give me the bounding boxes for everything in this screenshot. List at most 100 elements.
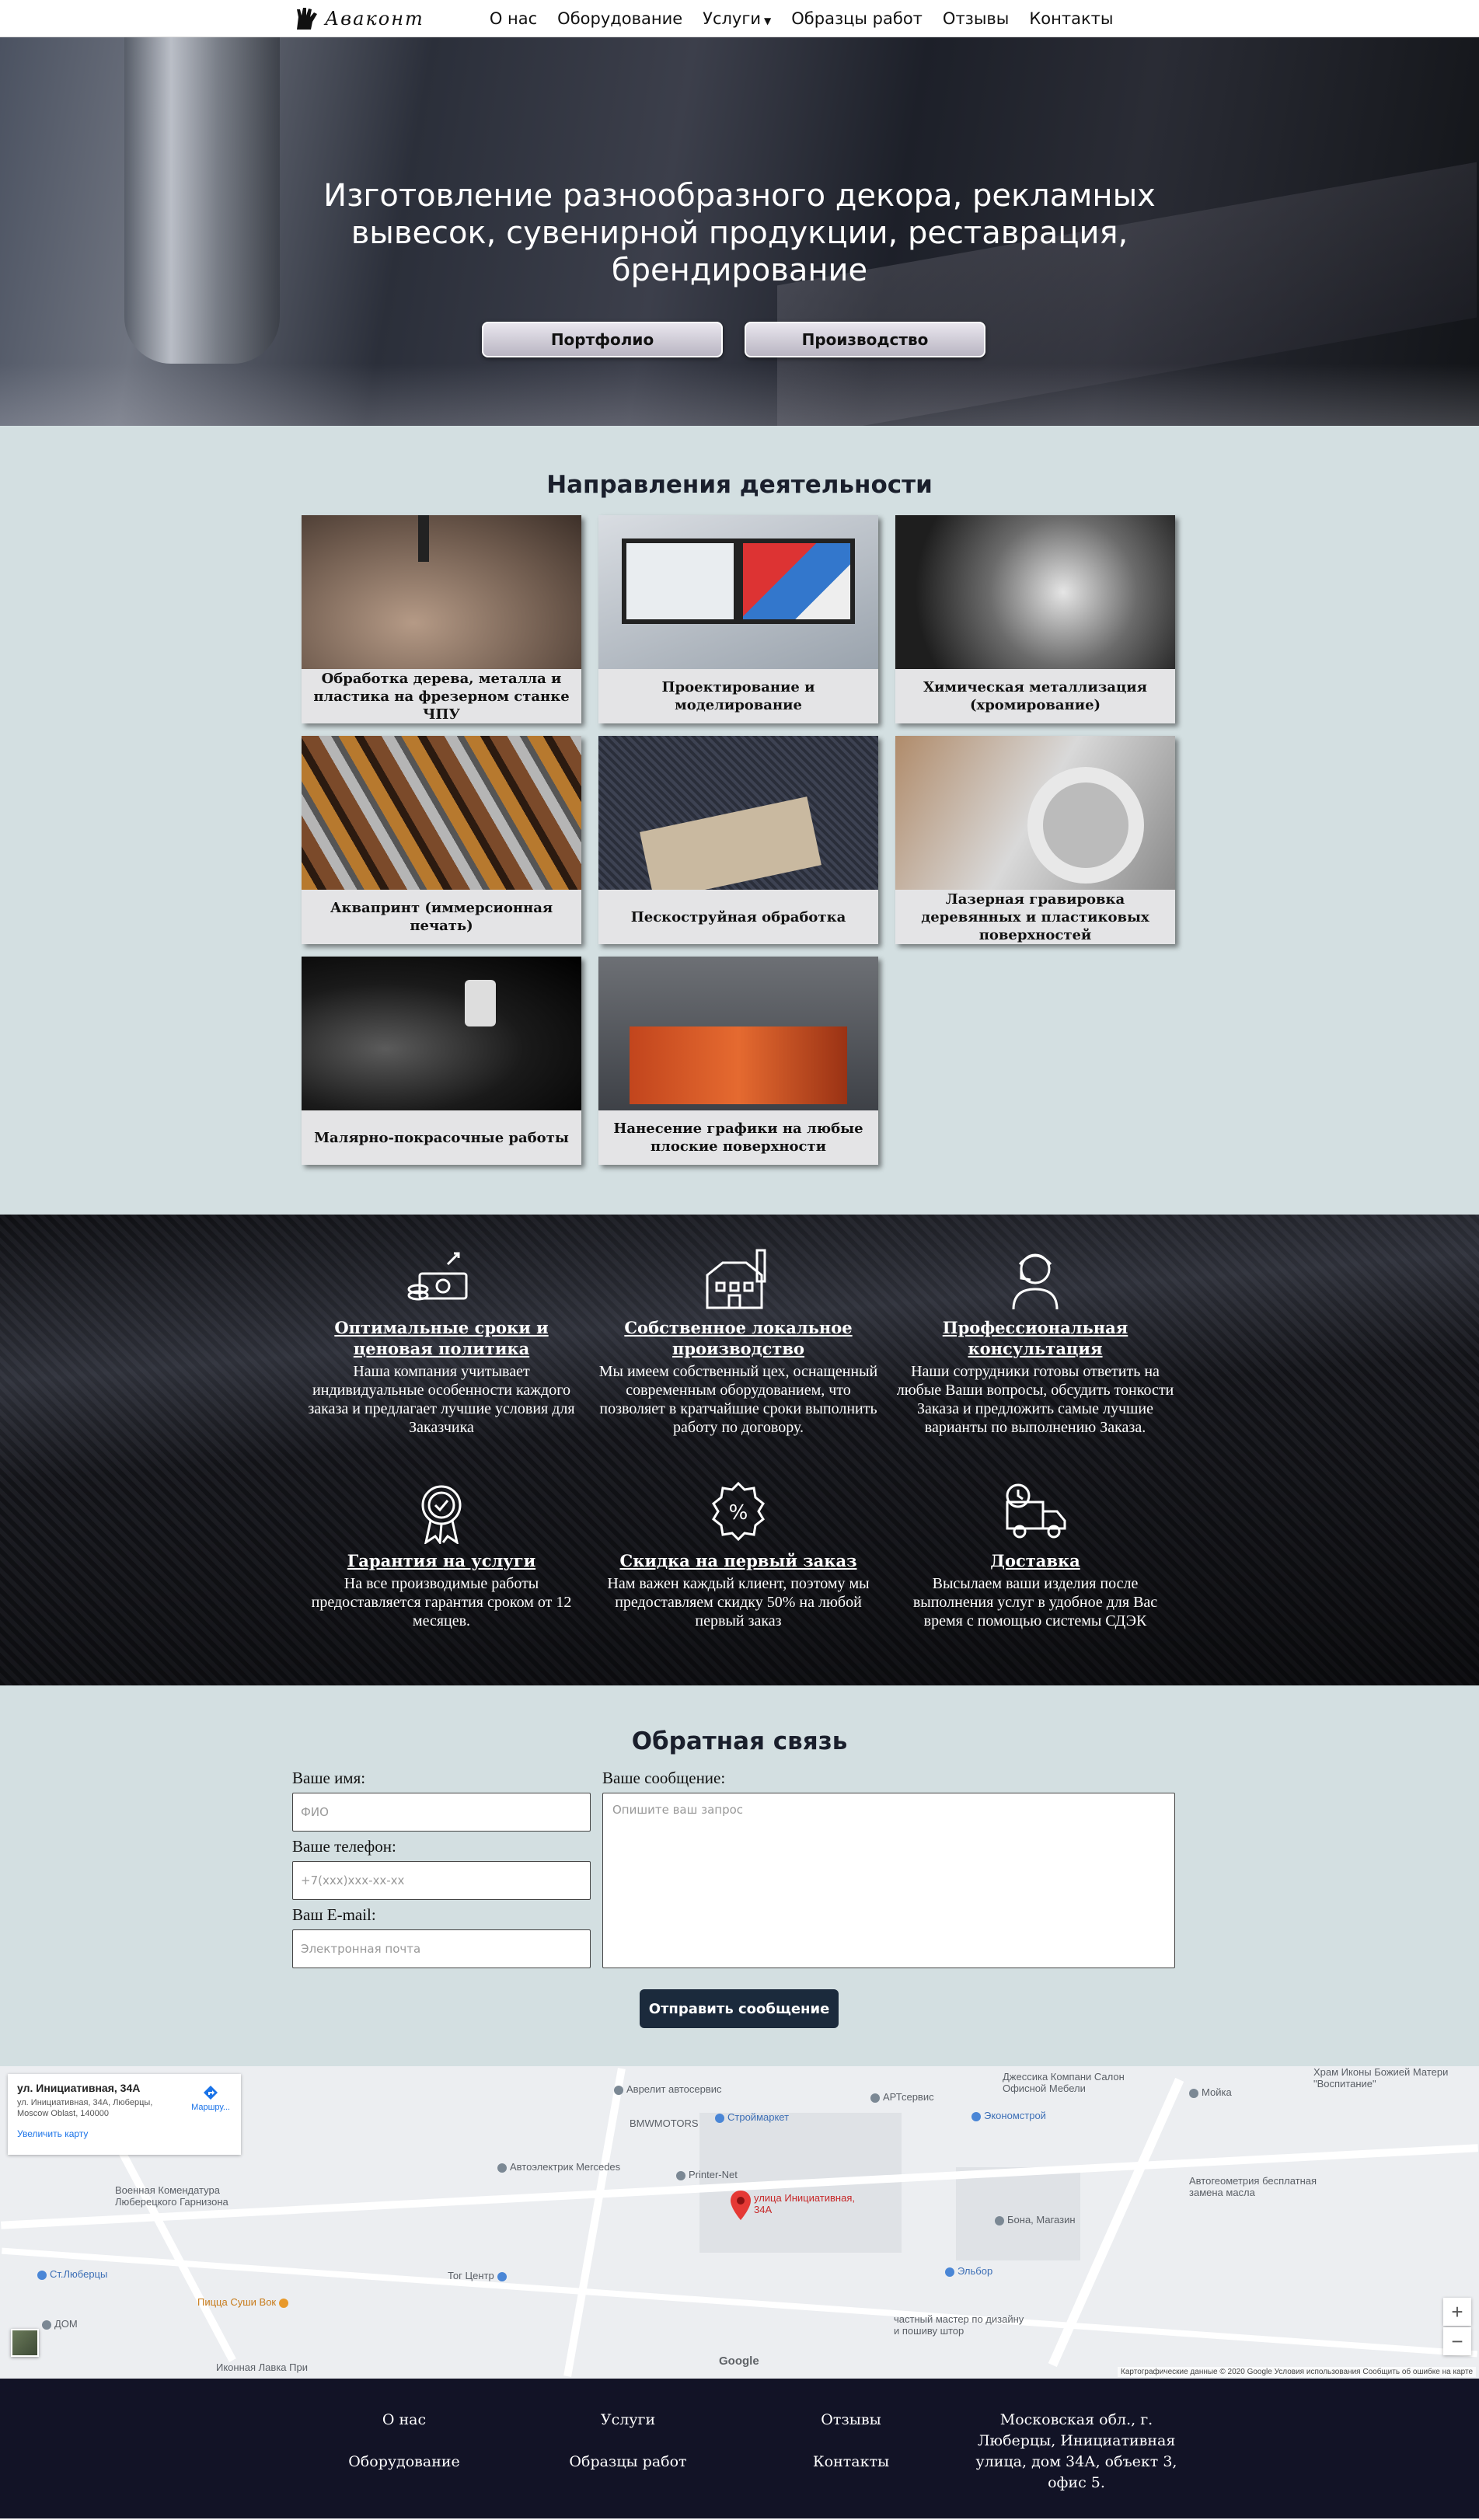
map-pin-icon bbox=[37, 2270, 47, 2280]
map-marker[interactable]: улица Инициативная, 34А bbox=[731, 2191, 855, 2224]
map-poi[interactable]: Тог Центр bbox=[448, 2270, 510, 2281]
map-poi-label: Тог Центр bbox=[448, 2270, 494, 2281]
map-poi[interactable]: ДОМ bbox=[42, 2318, 78, 2330]
map-poi[interactable]: Автоэлектрик Mercedes bbox=[497, 2161, 620, 2173]
caret-down-icon: ▼ bbox=[764, 16, 772, 26]
name-input[interactable]: ФИО bbox=[292, 1793, 591, 1832]
spray-gun-image bbox=[302, 957, 581, 1110]
map-pin-icon bbox=[497, 2163, 507, 2173]
factory-icon bbox=[706, 1249, 766, 1309]
enlarge-map-link[interactable]: Увеличить карту bbox=[17, 2128, 232, 2139]
map-poi[interactable]: Пицца Суши Вок bbox=[197, 2296, 291, 2308]
direction-caption: Аквапринт (иммерсионная печать) bbox=[330, 900, 553, 934]
footer-link-reviews[interactable]: Отзывы bbox=[773, 2411, 929, 2428]
phone-input[interactable]: +7(xxx)xxx-xx-xx bbox=[292, 1861, 591, 1900]
map-poi[interactable]: Строймаркет bbox=[715, 2111, 789, 2123]
map-poi[interactable]: Printer-Net bbox=[676, 2169, 738, 2180]
advantage-title: Профессиональная консультация bbox=[942, 1318, 1128, 1358]
nav-item-about[interactable]: О нас bbox=[490, 9, 537, 28]
map-pin-icon bbox=[676, 2170, 685, 2180]
map-poi-label: Аврелит автосервис bbox=[626, 2083, 722, 2095]
direction-card-design[interactable]: Проектирование и моделирование bbox=[598, 515, 878, 723]
advantage-text: Нам важен каждый клиент, поэтому мы пред… bbox=[607, 1575, 870, 1629]
design-monitors-image bbox=[598, 515, 878, 669]
map-poi[interactable]: Мойка bbox=[1189, 2086, 1232, 2098]
nav-item-services[interactable]: Услуги ▼ bbox=[703, 9, 771, 28]
advantages-section: Оптимальные сроки и ценовая политика Наш… bbox=[0, 1215, 1479, 1685]
map-poi-label: Военная Комендатура Люберецкого Гарнизон… bbox=[115, 2184, 228, 2208]
logo-text: Аваконт bbox=[325, 8, 424, 30]
direction-caption: Нанесение графики на любые плоские повер… bbox=[613, 1121, 863, 1155]
hero-title: Изготовление разнообразного декора, рекл… bbox=[323, 178, 1156, 288]
map-poi[interactable]: Храм Иконы Божией Матери "Воспитание" bbox=[1313, 2066, 1453, 2090]
advantage-text: На все производимые работы предоставляет… bbox=[311, 1575, 572, 1629]
logo[interactable]: Аваконт bbox=[294, 6, 424, 31]
nav-item-equipment[interactable]: Оборудование bbox=[557, 9, 682, 28]
footer-link-samples[interactable]: Образцы работ bbox=[550, 2453, 706, 2470]
map-attribution[interactable]: Картографические данные © 2020 Google Ус… bbox=[1118, 2367, 1476, 2377]
zoom-out-button[interactable]: − bbox=[1443, 2327, 1471, 2355]
footer: О нас Услуги Отзывы Оборудование Образцы… bbox=[0, 2379, 1479, 2518]
map-poi[interactable]: Эльбор bbox=[945, 2265, 992, 2277]
map-poi[interactable]: Автогеометрия бесплатная замена масла bbox=[1189, 2175, 1329, 2198]
map-poi-label: Автоэлектрик Mercedes bbox=[510, 2161, 621, 2173]
map-poi[interactable]: частный мастер по дизайну и пошиву штор bbox=[894, 2313, 1026, 2337]
map-poi[interactable]: Иконная Лавка При bbox=[216, 2361, 308, 2373]
advantage-item: Профессиональная консультация Наши сотру… bbox=[895, 1247, 1175, 1437]
message-textarea[interactable]: Опишите ваш запрос bbox=[602, 1793, 1175, 1968]
direction-caption: Проектирование и моделирование bbox=[661, 679, 815, 713]
map-road bbox=[563, 2068, 626, 2377]
direction-card-aquaprint[interactable]: Аквапринт (иммерсионная печать) bbox=[302, 736, 581, 944]
advantage-title: Оптимальные сроки и ценовая политика bbox=[334, 1318, 549, 1358]
map-poi[interactable]: Экономстрой bbox=[971, 2110, 1046, 2121]
direction-card-laser[interactable]: Лазерная гравировка деревянных и пластик… bbox=[895, 736, 1175, 944]
footer-link-contacts[interactable]: Контакты bbox=[773, 2453, 929, 2470]
direction-card-sandblast[interactable]: Пескоструйная обработка bbox=[598, 736, 878, 944]
advantage-text: Мы имеем собственный цех, оснащенный сов… bbox=[598, 1363, 878, 1436]
map-poi[interactable]: АРТсервис bbox=[870, 2091, 934, 2103]
nav-item-reviews[interactable]: Отзывы bbox=[943, 9, 1009, 28]
advantage-item: Собственное локальное производство Мы им… bbox=[598, 1247, 878, 1437]
map-poi[interactable]: Аврелит автосервис bbox=[614, 2083, 722, 2095]
map-poi[interactable]: Военная Комендатура Люберецкого Гарнизон… bbox=[115, 2184, 247, 2208]
advantage-title: Доставка bbox=[990, 1551, 1080, 1570]
map-poi[interactable]: Ст.Люберцы bbox=[37, 2268, 107, 2280]
map-poi[interactable]: BMWMOTORS bbox=[630, 2117, 699, 2129]
map-embed[interactable]: Аврелит автосервис Джессика Компани Сало… bbox=[0, 2066, 1479, 2379]
direction-caption: Обработка дерева, металла и пластика на … bbox=[313, 670, 570, 723]
directions-section: Направления деятельности Обработка дерев… bbox=[0, 426, 1479, 1215]
map-poi-label: АРТсервис bbox=[883, 2091, 934, 2103]
direction-card-chrome[interactable]: Химическая металлизация (хромирование) bbox=[895, 515, 1175, 723]
submit-button[interactable]: Отправить сообщение bbox=[640, 1989, 839, 2028]
nav-item-samples[interactable]: Образцы работ bbox=[791, 9, 923, 28]
footer-link-services[interactable]: Услуги bbox=[550, 2411, 706, 2428]
advantage-title: Скидка на первый заказ bbox=[619, 1551, 857, 1570]
footer-link-equipment[interactable]: Оборудование bbox=[326, 2453, 482, 2470]
logo-hand-icon bbox=[297, 8, 317, 30]
direction-card-graphics[interactable]: Нанесение графики на любые плоские повер… bbox=[598, 957, 878, 1165]
email-input[interactable]: Электронная почта bbox=[292, 1929, 591, 1968]
map-route-button[interactable]: Маршру... bbox=[191, 2085, 230, 2112]
hero-bg-table bbox=[0, 364, 1479, 426]
map-poi-label: ДОМ bbox=[54, 2318, 78, 2330]
production-button[interactable]: Производство bbox=[745, 322, 985, 357]
map-poi[interactable]: Бона, Магазин bbox=[995, 2214, 1076, 2225]
map-poi-label: Храм Иконы Божией Матери "Воспитание" bbox=[1313, 2066, 1449, 2090]
zoom-in-button[interactable]: + bbox=[1443, 2298, 1471, 2326]
direction-card-painting[interactable]: Малярно-покрасочные работы bbox=[302, 957, 581, 1165]
map-poi-label: Пицца Суши Вок bbox=[197, 2296, 277, 2308]
direction-card-cnc[interactable]: Обработка дерева, металла и пластика на … bbox=[302, 515, 581, 723]
map-poi[interactable]: Джессика Компани Салон Офисной Мебели bbox=[1003, 2071, 1158, 2094]
direction-caption: Пескоструйная обработка bbox=[630, 908, 846, 925]
directions-title: Направления деятельности bbox=[546, 471, 933, 499]
name-label: Ваше имя: bbox=[292, 1769, 366, 1787]
portfolio-button[interactable]: Портфолио bbox=[482, 322, 723, 357]
nav-item-contacts[interactable]: Контакты bbox=[1029, 9, 1113, 28]
advantage-text: Наша компания учитывает индивидуальные о… bbox=[308, 1363, 575, 1436]
satellite-toggle[interactable] bbox=[11, 2329, 39, 2357]
nav-item-services-label: Услуги bbox=[703, 9, 762, 28]
directions-icon bbox=[204, 2086, 218, 2100]
footer-link-about[interactable]: О нас bbox=[326, 2411, 482, 2428]
sandblast-image bbox=[598, 736, 878, 890]
advantage-item: % Скидка на первый заказ Нам важен кажды… bbox=[598, 1480, 878, 1630]
